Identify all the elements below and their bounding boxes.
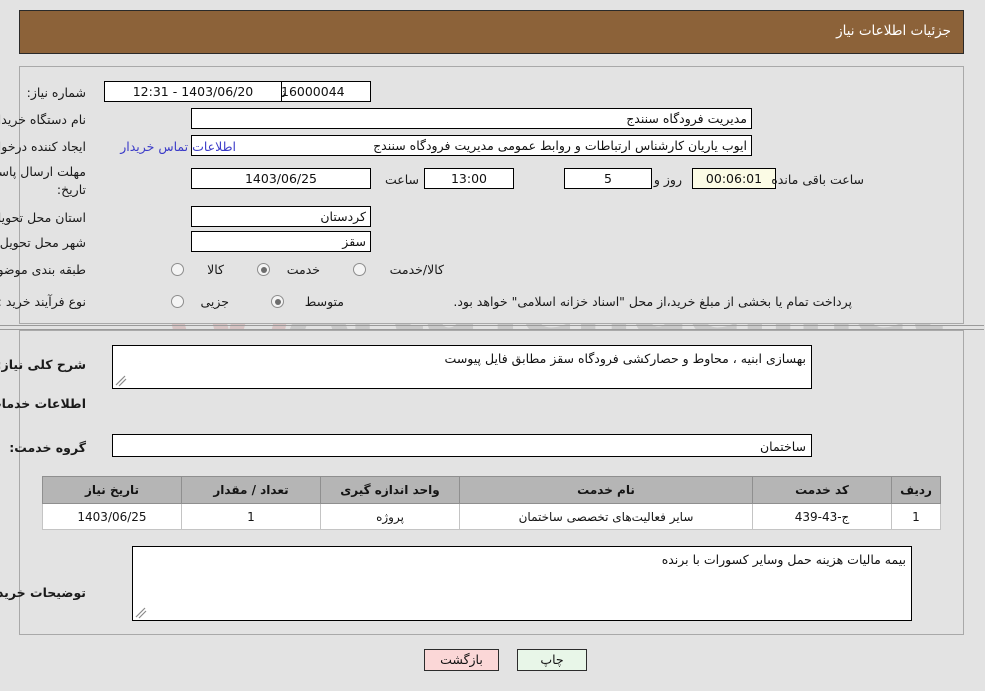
countdown-value: 00:06:01 xyxy=(706,170,764,186)
deadline-date-value: 1403/06/25 xyxy=(245,170,319,186)
cell-unit: پروژه xyxy=(321,503,461,530)
requester-field[interactable]: ایوب یاریان کارشناس ارتباطات و روابط عمو… xyxy=(192,135,753,156)
cell-code: ج-43-439 xyxy=(753,503,893,530)
resize-grip-icon[interactable] xyxy=(116,375,128,387)
page-title: جزئیات اطلاعات نیاز xyxy=(837,23,952,39)
radio-category-kala[interactable] xyxy=(172,263,185,276)
days-label: روز و xyxy=(654,172,683,187)
general-description-value: بهسازی ابنیه ، محاوط و حصارکشی فرودگاه س… xyxy=(445,351,807,366)
print-button[interactable]: چاپ xyxy=(518,649,588,671)
radio-category-kala-khedmat[interactable] xyxy=(354,263,367,276)
th-unit: واحد اندازه گیری xyxy=(321,476,461,504)
city-label: شهر محل تحویل: xyxy=(0,235,87,250)
need-info-panel xyxy=(20,66,965,324)
resize-grip-icon[interactable] xyxy=(136,607,148,619)
city-field[interactable]: سقز xyxy=(192,231,372,252)
radio-process-motevaset[interactable] xyxy=(272,295,285,308)
process-label: نوع فرآیند خرید : xyxy=(0,294,87,309)
buyer-org-value: مدیریت فرودگاه سنندج xyxy=(627,110,748,126)
category-label: طبقه بندی موضوعی: xyxy=(0,262,87,277)
cell-name: سایر فعالیت‌های تخصصی ساختمان xyxy=(460,503,754,530)
deadline-hour-label: ساعت xyxy=(385,172,420,187)
table-row: 1 ج-43-439 سایر فعالیت‌های تخصصی ساختمان… xyxy=(43,503,942,530)
cell-qty: 1 xyxy=(182,503,322,530)
province-label: استان محل تحویل: xyxy=(0,210,87,225)
cell-row: 1 xyxy=(892,503,942,530)
th-qty: تعداد / مقدار xyxy=(182,476,322,504)
city-value: سقز xyxy=(343,233,367,249)
deadline-label-line2: تاریخ: xyxy=(57,182,87,197)
countdown-field: 00:06:01 xyxy=(693,168,777,189)
divider-bottom xyxy=(0,329,985,330)
page-header-bar: جزئیات اطلاعات نیاز xyxy=(20,10,965,54)
days-remaining-field[interactable]: 5 xyxy=(565,168,653,189)
process-option-0-label: جزیی xyxy=(201,294,230,309)
buyer-notes-textarea[interactable]: بیمه مالیات هزینه حمل وسایر کسورات با بر… xyxy=(133,546,913,621)
countdown-label: ساعت باقی مانده xyxy=(772,172,865,187)
service-group-label: گروه خدمت: xyxy=(10,440,87,455)
category-option-1-label: خدمت xyxy=(287,262,321,277)
announce-datetime-field[interactable]: 1403/06/20 - 12:31 xyxy=(105,81,283,102)
table-header-row: ردیف کد خدمت نام خدمت واحد اندازه گیری ت… xyxy=(43,476,942,504)
th-name: نام خدمت xyxy=(460,476,754,504)
buyer-notes-value: بیمه مالیات هزینه حمل وسایر کسورات با بر… xyxy=(662,552,907,567)
back-button[interactable]: بازگشت xyxy=(425,649,500,671)
requester-label: ایجاد کننده درخواست: xyxy=(0,139,87,154)
province-value: کردستان xyxy=(321,208,367,224)
radio-category-khedmat[interactable] xyxy=(258,263,271,276)
category-option-0-label: کالا xyxy=(208,262,225,277)
cell-date: 1403/06/25 xyxy=(43,503,183,530)
th-date: تاریخ نیاز xyxy=(43,476,183,504)
general-description-textarea[interactable]: بهسازی ابنیه ، محاوط و حصارکشی فرودگاه س… xyxy=(113,345,813,389)
province-field[interactable]: کردستان xyxy=(192,206,372,227)
deadline-hour-value: 13:00 xyxy=(451,170,489,186)
deadline-date-field[interactable]: 1403/06/25 xyxy=(192,168,372,189)
service-group-value: ساختمان xyxy=(761,439,807,454)
services-heading: اطلاعات خدمات مورد نیاز xyxy=(0,396,87,411)
general-description-label: شرح کلی نیاز: xyxy=(0,357,87,372)
announce-datetime-value: 1403/06/20 - 12:31 xyxy=(133,83,255,99)
buyer-notes-label: توضیحات خریدار: xyxy=(0,585,87,600)
requester-value: ایوب یاریان کارشناس ارتباطات و روابط عمو… xyxy=(374,137,748,153)
category-option-2-label: کالا/خدمت xyxy=(390,262,445,277)
deadline-label-line1: مهلت ارسال پاسخ: تا xyxy=(0,164,87,179)
buyer-org-field[interactable]: مدیریت فرودگاه سنندج xyxy=(192,108,753,129)
services-table: ردیف کد خدمت نام خدمت واحد اندازه گیری ت… xyxy=(43,476,942,530)
th-row: ردیف xyxy=(892,476,942,504)
buyer-org-label: نام دستگاه خریدار: xyxy=(0,112,87,127)
divider-top xyxy=(0,325,985,326)
need-number-label: شماره نیاز: xyxy=(27,85,87,100)
radio-process-jozii[interactable] xyxy=(172,295,185,308)
service-group-field[interactable]: ساختمان xyxy=(113,434,813,457)
deadline-hour-field[interactable]: 13:00 xyxy=(425,168,515,189)
payment-note: پرداخت تمام یا بخشی از مبلغ خرید،از محل … xyxy=(454,294,853,309)
th-code: کد خدمت xyxy=(753,476,893,504)
days-remaining-value: 5 xyxy=(605,170,613,186)
process-option-1-label: متوسط xyxy=(305,294,345,309)
buyer-contact-link[interactable]: اطلاعات تماس خریدار xyxy=(121,139,237,154)
